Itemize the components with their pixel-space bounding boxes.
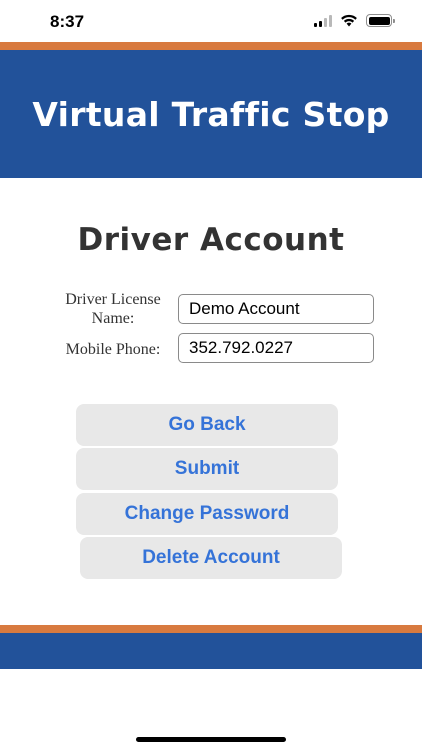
change-password-button[interactable]: Change Password: [76, 493, 338, 535]
license-name-input[interactable]: [178, 294, 374, 324]
delete-account-button[interactable]: Delete Account: [80, 537, 342, 579]
footer-banner: [0, 633, 422, 669]
go-back-button[interactable]: Go Back: [76, 404, 338, 446]
status-time: 8:37: [50, 12, 85, 31]
phone-label: Mobile Phone:: [65, 341, 161, 358]
footer-accent-stripe: [0, 625, 422, 633]
page-title: Driver Account: [77, 222, 345, 258]
app-title: Virtual Traffic Stop: [32, 94, 390, 134]
license-name-label: Driver License Name:: [65, 291, 161, 327]
phone-input[interactable]: [178, 333, 374, 363]
header-accent-stripe: [0, 42, 422, 50]
cellular-signal-icon: [314, 14, 332, 27]
status-bar: 8:37: [0, 0, 422, 42]
submit-button[interactable]: Submit: [76, 448, 338, 490]
status-icons: [314, 14, 395, 27]
wifi-icon: [341, 14, 357, 27]
home-indicator[interactable]: [136, 737, 286, 742]
app-screen: 8:37 Virtual Traffic Stop Driver Account…: [0, 0, 422, 750]
battery-icon: [366, 14, 395, 27]
